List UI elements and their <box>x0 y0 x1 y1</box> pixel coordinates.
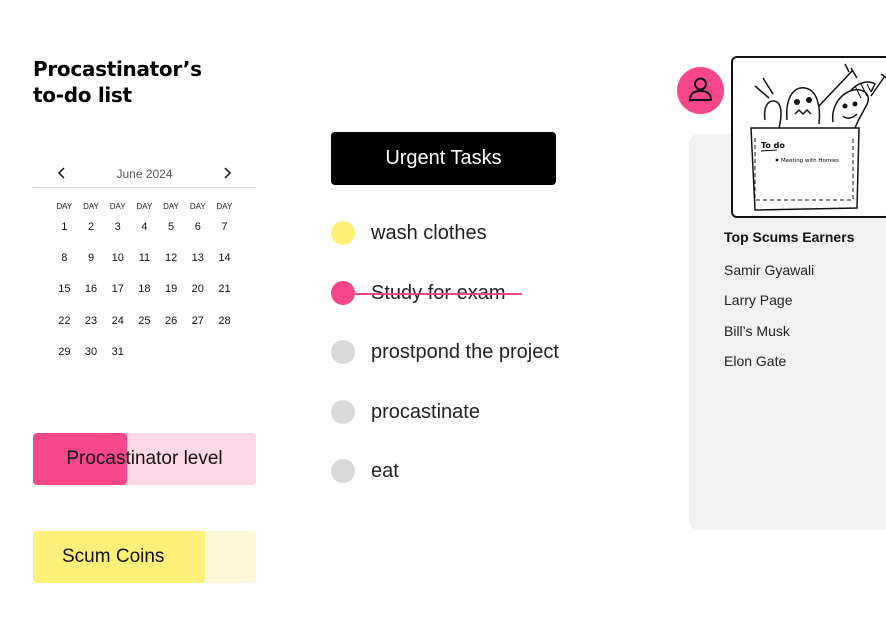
profile-avatar[interactable] <box>677 67 724 114</box>
task-label: eat <box>371 460 399 482</box>
chevron-right-icon[interactable] <box>218 164 236 182</box>
page-title: Procastinator’s to-do list <box>33 56 202 108</box>
calendar-day[interactable]: 3 <box>104 216 131 247</box>
task-item[interactable]: eat <box>331 454 671 514</box>
task-status-dot[interactable] <box>331 459 355 483</box>
earner-name[interactable]: Elon Gate <box>724 349 814 379</box>
calendar-day[interactable]: 4 <box>131 216 158 247</box>
procrastinator-level-bar: Procastinator level <box>33 433 256 485</box>
earner-name[interactable]: Bill’s Musk <box>724 319 814 349</box>
calendar-day[interactable]: 31 <box>104 341 131 372</box>
calendar-day[interactable]: 10 <box>104 247 131 278</box>
todo-doodle-illustration: To do Meeting with Homies <box>731 56 886 218</box>
task-list: wash clothes Study for exam prostpond the … <box>331 216 671 514</box>
earner-name[interactable]: Samir Gyawali <box>724 258 814 288</box>
earner-name[interactable]: Larry Page <box>724 288 814 318</box>
calendar-day[interactable]: 6 <box>184 216 211 247</box>
weekday-label: DAY <box>56 202 73 211</box>
page-title-line1: Procastinator’s <box>33 57 202 81</box>
procrastinator-level-label: Procastinator level <box>66 448 223 469</box>
calendar-day[interactable]: 18 <box>131 278 158 309</box>
calendar-day[interactable]: 14 <box>211 247 238 278</box>
calendar-day[interactable]: 24 <box>104 310 131 341</box>
task-status-dot[interactable] <box>331 221 355 245</box>
calendar-day[interactable]: 29 <box>51 341 78 372</box>
weekday-label: DAY <box>109 202 126 211</box>
user-icon <box>689 77 712 101</box>
calendar-day[interactable]: 30 <box>78 341 105 372</box>
calendar-day[interactable]: 25 <box>131 310 158 341</box>
weekday-label: DAY <box>189 202 206 211</box>
scum-coins-label: Scum Coins <box>62 546 165 567</box>
task-label: Study for exam <box>337 276 521 310</box>
task-status-dot[interactable] <box>331 340 355 364</box>
calendar-day[interactable]: 12 <box>158 247 185 278</box>
calendar-day[interactable]: 5 <box>158 216 185 247</box>
weekday-label: DAY <box>83 202 99 211</box>
task-item[interactable]: wash clothes <box>331 216 671 276</box>
urgent-tasks-button[interactable]: Urgent Tasks <box>331 132 556 185</box>
calendar-grid: DAY DAY DAY DAY DAY DAY DAY 1 2 3 4 5 6 7 8 9 10 11 12 13 14… <box>33 198 256 372</box>
calendar-day[interactable]: 2 <box>78 216 105 247</box>
scum-coins-bar: Scum Coins <box>33 531 256 583</box>
calendar-day[interactable]: 13 <box>184 247 211 278</box>
calendar: June 2024 DAY DAY DAY DAY DAY DAY DAY 1 2 3 4 5 6 7 8 9… <box>33 160 256 372</box>
calendar-day[interactable]: 21 <box>211 278 238 309</box>
calendar-day[interactable]: 28 <box>211 310 238 341</box>
task-item[interactable]: procastinate <box>331 395 671 455</box>
calendar-day[interactable]: 17 <box>104 278 131 309</box>
calendar-day[interactable]: 1 <box>51 216 78 247</box>
calendar-header: June 2024 <box>33 160 256 188</box>
task-status-dot[interactable] <box>331 399 355 424</box>
doodle-note-text: Meeting with Homies <box>781 158 839 164</box>
task-item[interactable]: prostpond the project <box>331 335 671 395</box>
calendar-day[interactable]: 23 <box>78 310 105 341</box>
calendar-day[interactable]: 16 <box>78 278 105 309</box>
calendar-day[interactable]: 7 <box>211 216 238 247</box>
weekday-label: DAY <box>163 202 180 211</box>
calendar-day[interactable]: 27 <box>184 310 211 341</box>
earners-list: Samir Gyawali Larry Page Bill’s Musk Elon G… <box>724 258 814 379</box>
task-label: procastinate <box>371 400 480 423</box>
task-label: prostpond the project <box>371 341 559 363</box>
calendar-day[interactable]: 20 <box>184 278 211 309</box>
calendar-day[interactable]: 22 <box>51 310 78 341</box>
calendar-day[interactable]: 15 <box>51 278 78 309</box>
calendar-day[interactable]: 11 <box>131 247 158 278</box>
weekday-label: DAY <box>136 202 153 211</box>
earners-title: Top Scums Earners <box>724 229 855 245</box>
calendar-day[interactable]: 8 <box>51 247 78 278</box>
doodle-todo-text: To do <box>761 141 785 150</box>
task-label: wash clothes <box>371 222 487 244</box>
calendar-day[interactable]: 26 <box>158 310 185 341</box>
calendar-day[interactable]: 9 <box>78 247 105 278</box>
task-item[interactable]: Study for exam <box>331 276 671 336</box>
weekday-label: DAY <box>216 202 233 211</box>
calendar-day[interactable]: 19 <box>158 278 185 309</box>
page-title-line2: to-do list <box>33 83 132 107</box>
